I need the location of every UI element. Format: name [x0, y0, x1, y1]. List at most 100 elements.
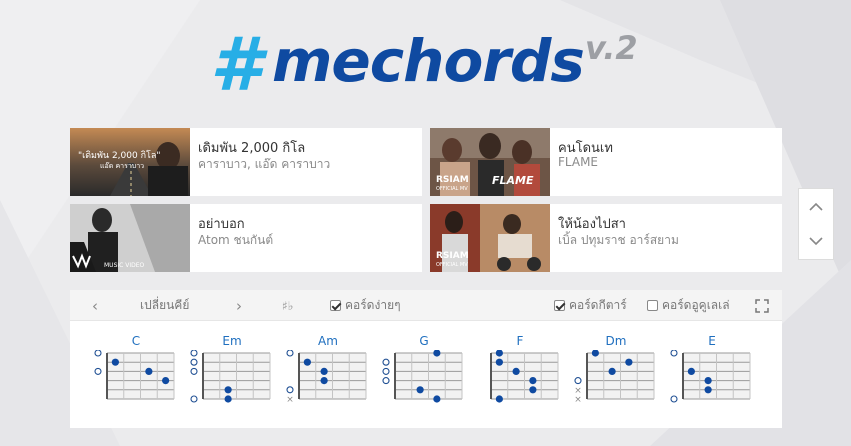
song-artist: FLAME	[558, 155, 599, 169]
chord-diagram[interactable]: Dm × ×	[571, 334, 661, 414]
finger-dot	[608, 367, 616, 375]
ukulele-chords-label: คอร์ดอูคูเลเล่	[662, 298, 730, 312]
song-list-scroller	[798, 188, 834, 260]
chord-fretboard: ××	[574, 350, 655, 405]
chord-name: F	[516, 334, 524, 348]
open-string-marker	[190, 358, 198, 366]
finger-dot	[224, 386, 232, 394]
chord-fretboard: ×	[286, 350, 367, 405]
chord-toolbar: ‹ เปลี่ยนคีย์ › ♯♭ คอร์ดง่ายๆ คอร์ดกีตาร…	[70, 290, 782, 321]
chord-name: Dm	[605, 334, 627, 348]
finger-dot	[303, 358, 311, 366]
easy-chords-checkbox[interactable]	[330, 300, 341, 311]
thumb-subcaption: แอ๊ด คาราบาว	[100, 162, 145, 170]
chord-diagram[interactable]: G	[379, 334, 469, 414]
ukulele-chords-checkbox[interactable]	[647, 300, 658, 311]
finger-dot	[704, 386, 712, 394]
song-artist: เบิ้ล ปทุมราช อาร์สยาม	[558, 233, 679, 247]
ukulele-chords-option[interactable]: คอร์ดอูคูเลเล่	[647, 290, 730, 321]
site-logo[interactable]: # mechords v.2	[210, 22, 650, 112]
open-string-marker	[670, 350, 678, 357]
logo-hash: #	[210, 22, 262, 108]
thumb-caption: "เดิมพัน 2,000 กิโล"	[78, 151, 161, 161]
song-thumbnail: MUSIC VIDEO	[70, 204, 190, 272]
chord-diagram[interactable]: Em	[187, 334, 277, 414]
fullscreen-button[interactable]	[755, 290, 769, 321]
open-string-marker	[190, 367, 198, 375]
finger-dot	[625, 358, 633, 366]
chord-diagram[interactable]: F	[475, 334, 565, 414]
open-string-marker	[382, 377, 390, 385]
finger-dot	[145, 367, 153, 375]
finger-dot	[687, 367, 695, 375]
song-thumbnail: RSIAM OFFICIAL MV	[430, 204, 550, 272]
easy-chords-option[interactable]: คอร์ดง่ายๆ	[330, 290, 401, 321]
thumb-subcaption: OFFICIAL MV	[436, 186, 468, 192]
chord-panel: ‹ เปลี่ยนคีย์ › ♯♭ คอร์ดง่ายๆ คอร์ดกีตาร…	[70, 290, 782, 428]
open-string-marker	[382, 367, 390, 375]
open-string-marker	[574, 377, 582, 385]
open-string-marker	[94, 367, 102, 375]
guitar-chords-checkbox[interactable]	[554, 300, 565, 311]
chord-fretboard	[490, 350, 559, 403]
scroll-down-button[interactable]	[799, 224, 833, 259]
change-key-label: เปลี่ยนคีย์	[140, 298, 190, 312]
finger-dot	[529, 377, 537, 385]
finger-dot	[162, 377, 170, 385]
open-string-marker	[670, 395, 678, 403]
chord-fretboard	[670, 350, 751, 403]
open-string-marker	[286, 350, 294, 357]
thumb-caption: MUSIC VIDEO	[104, 262, 145, 269]
chord-fretboard	[190, 350, 271, 403]
chord-name: Am	[318, 334, 338, 348]
song-artist: คาราบาว, แอ๊ด คาราบาว	[198, 157, 331, 171]
muted-string-marker: ×	[286, 395, 294, 405]
song-card[interactable]: "เดิมพัน 2,000 กิโล" แอ๊ด คาราบาว เดิมพั…	[70, 128, 422, 196]
song-artist: Atom ชนกันต์	[198, 233, 274, 247]
logo-wordmark: mechords	[272, 27, 585, 95]
finger-dot	[111, 358, 119, 366]
sharp-flat-toggle[interactable]: ♯♭	[282, 290, 293, 321]
chord-diagram[interactable]: C	[91, 334, 181, 414]
chord-diagram[interactable]: E	[667, 334, 757, 414]
open-string-marker	[190, 350, 198, 357]
fullscreen-icon	[755, 298, 769, 313]
chevron-up-icon	[809, 202, 823, 211]
finger-dot	[433, 395, 441, 403]
finger-dot	[320, 377, 328, 385]
chord-name: Em	[222, 334, 242, 348]
song-thumbnail: "เดิมพัน 2,000 กิโล" แอ๊ด คาราบาว	[70, 128, 190, 196]
key-up-button[interactable]: ›	[236, 290, 242, 321]
finger-dot	[320, 367, 328, 375]
thumb-logo: FLAME	[492, 174, 534, 187]
open-string-marker	[190, 395, 198, 403]
easy-chords-label: คอร์ดง่ายๆ	[345, 298, 401, 312]
finger-dot	[416, 386, 424, 394]
song-card[interactable]: RSIAM OFFICIAL MV ให้น้องไปสา เบิ้ล ปทุม…	[430, 204, 782, 272]
finger-dot	[495, 358, 503, 366]
guitar-chords-label: คอร์ดกีตาร์	[569, 298, 627, 312]
finger-dot	[495, 395, 503, 403]
finger-dot	[529, 386, 537, 394]
chord-name: C	[131, 334, 141, 348]
finger-dot	[704, 377, 712, 385]
song-card[interactable]: RSIAM OFFICIAL MV FLAME คนโดนเท FLAME	[430, 128, 782, 196]
open-string-marker	[382, 358, 390, 366]
finger-dot	[224, 395, 232, 403]
scroll-up-button[interactable]	[799, 189, 833, 224]
guitar-chords-option[interactable]: คอร์ดกีตาร์	[554, 290, 627, 321]
song-card[interactable]: MUSIC VIDEO อย่าบอก Atom ชนกันต์	[70, 204, 422, 272]
thumb-subcaption: OFFICIAL MV	[436, 262, 468, 268]
chord-fretboard	[94, 350, 175, 400]
finger-dot	[512, 367, 520, 375]
song-thumbnail: RSIAM OFFICIAL MV FLAME	[430, 128, 550, 196]
thumb-caption: RSIAM	[436, 251, 469, 261]
chord-name: E	[708, 334, 716, 348]
chord-diagram[interactable]: Am ×	[283, 334, 373, 414]
chord-fretboard	[382, 350, 463, 403]
chevron-down-icon	[809, 237, 823, 246]
chord-name: G	[419, 334, 429, 348]
open-string-marker	[94, 350, 102, 357]
key-down-button[interactable]: ‹	[92, 290, 98, 321]
thumb-caption: RSIAM	[436, 175, 469, 185]
